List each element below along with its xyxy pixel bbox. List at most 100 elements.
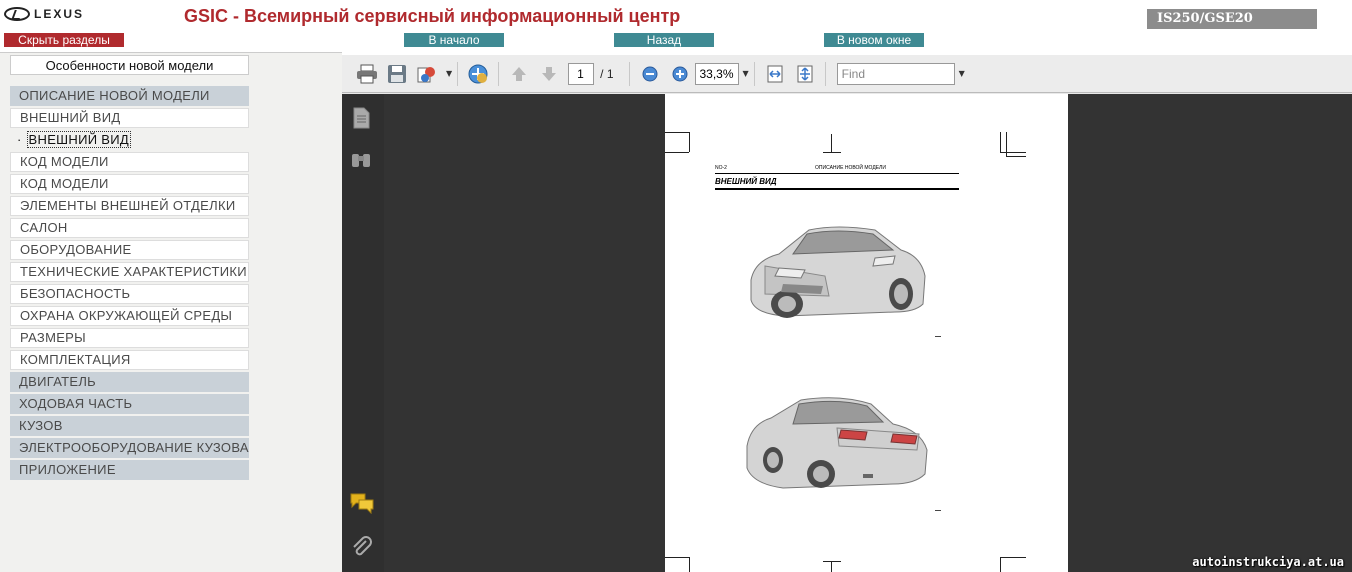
toc-item[interactable]: САЛОН [10,218,249,238]
toolbar-separator [628,61,630,86]
car-front-image [750,226,926,318]
page-total: / 1 [600,66,614,81]
chevron-down-icon[interactable]: ▼ [959,69,965,78]
toc-item-label: КУЗОВ [19,418,63,433]
toc-item[interactable]: ВНЕШНИЙ ВИД [10,108,249,128]
crop-mark [831,561,832,572]
toc-item-label: КОД МОДЕЛИ [20,176,109,191]
home-button[interactable]: В начало [404,33,504,47]
crop-mark [689,557,690,572]
toc-item-label: БЕЗОПАСНОСТЬ [20,286,131,301]
print-icon[interactable] [355,62,379,86]
toc-list: ОПИСАНИЕ НОВОЙ МОДЕЛИ ВНЕШНИЙ ВИД · ВНЕШНИ… [10,86,249,482]
toc-item[interactable]: РАЗМЕРЫ [10,328,249,348]
logo-text: LEXUS [34,7,85,21]
pdf-toolbar: ▼ 1 / 1 33,3% ▼ Find ▼ [342,55,1352,93]
toolbar-separator [824,61,826,86]
toc-category[interactable]: ЭЛЕКТРООБОРУДОВАНИЕ КУЗОВА [10,438,249,458]
toc-item-label: РАЗМЕРЫ [20,330,86,345]
attachments-panel-icon[interactable] [350,535,374,559]
toc-category[interactable]: ОПИСАНИЕ НОВОЙ МОДЕЛИ [10,86,249,106]
find-input[interactable]: Find [836,62,955,85]
toc-item[interactable]: ЭЛЕМЕНТЫ ВНЕШНЕЙ ОТДЕЛКИ [10,196,249,216]
toc-item-active[interactable]: · ВНЕШНИЙ ВИД [10,130,249,150]
toc-item-label: ДВИГАТЕЛЬ [19,374,97,389]
hide-sections-button[interactable]: Скрыть разделы [4,33,124,47]
document-area[interactable]: NO-2 ОПИСАНИЕ НОВОЙ МОДЕЛИ ВНЕШНИЙ ВИД ▬… [384,94,1352,572]
fit-page-icon[interactable] [793,62,817,86]
page-number-input[interactable]: 1 [568,62,595,85]
arrow-down-icon[interactable] [537,62,561,86]
toc-item-label: САЛОН [20,220,68,235]
toc-item-label: ОБОРУДОВАНИЕ [20,242,132,257]
toc-item[interactable]: КОД МОДЕЛИ [10,174,249,194]
toolbar-separator [498,61,500,86]
chevron-down-icon[interactable]: ▼ [743,69,749,78]
arrow-up-icon[interactable] [507,62,531,86]
crop-mark [665,152,689,153]
page-section: ОПИСАНИЕ НОВОЙ МОДЕЛИ [815,165,886,171]
toolbar-separator [753,61,755,86]
zoom-in-icon[interactable] [668,62,692,86]
pdf-viewer: ▼ 1 / 1 33,3% ▼ Find ▼ NO-2 ОПИСАНИЕ НОВ… [342,55,1352,572]
toc-item-label: ЭЛЕМЕНТЫ ВНЕШНЕЙ ОТДЕЛКИ [20,198,236,213]
crop-mark [823,561,841,562]
page-heading: ВНЕШНИЙ ВИД [715,177,777,186]
car-rear-image [746,397,928,489]
toc-item-label: ПРИЛОЖЕНИЕ [19,462,116,477]
chevron-down-icon[interactable]: ▼ [446,69,452,78]
toc-category[interactable]: ПРИЛОЖЕНИЕ [10,460,249,480]
zoom-out-icon[interactable] [638,62,662,86]
figure-code: ▬▬ [935,508,941,512]
navigation-pane [342,94,384,572]
toc-item-label: ХОДОВАЯ ЧАСТЬ [19,396,133,411]
toc-item[interactable]: ОБОРУДОВАНИЕ [10,240,249,260]
heading-rule [715,188,959,190]
model-label: IS250/GSE20 [1147,9,1317,29]
crop-mark [689,132,690,152]
crop-mark [1000,132,1001,152]
toc-item-label: ВНЕШНИЙ ВИД [20,110,121,125]
toc-item-label: ОПИСАНИЕ НОВОЙ МОДЕЛИ [19,88,210,103]
toc-item[interactable]: КОМПЛЕКТАЦИЯ [10,350,249,370]
crop-mark [831,134,832,152]
crop-mark [665,557,689,558]
toc-item[interactable]: БЕЗОПАСНОСТЬ [10,284,249,304]
share-icon[interactable] [415,62,439,86]
toc-item[interactable]: КОД МОДЕЛИ [10,152,249,172]
toc-category[interactable]: ХОДОВАЯ ЧАСТЬ [10,394,249,414]
crop-mark [665,132,689,133]
toc-item-label: ОХРАНА ОКРУЖАЮЩЕЙ СРЕДЫ [20,308,233,323]
header-rule [715,173,959,174]
section-title[interactable]: Особенности новой модели [10,55,249,75]
page-code: NO-2 [715,165,727,171]
app-title: GSIC - Всемирный сервисный информационны… [184,6,681,26]
toc-item-label: КОД МОДЕЛИ [20,154,109,169]
figure-code: ▬▬ [935,334,941,338]
crop-mark [1006,132,1007,156]
toc-category[interactable]: КУЗОВ [10,416,249,436]
crop-mark [1000,557,1001,572]
fit-width-icon[interactable] [763,62,787,86]
toc-item-label: ВНЕШНИЙ ВИД [26,131,131,148]
site-watermark: autoinstrukciya.at.ua [1192,555,1344,569]
pages-panel-icon[interactable] [350,106,374,130]
zoom-level-field[interactable]: 33,3% [694,62,739,85]
sidebar: Особенности новой модели ОПИСАНИЕ НОВОЙ … [0,52,342,572]
sync-icon[interactable] [466,62,490,86]
toc-item-label: ТЕХНИЧЕСКИЕ ХАРАКТЕРИСТИКИ [20,264,247,279]
toolbar-separator [457,61,459,86]
crop-mark [1006,156,1026,157]
toc-category[interactable]: ДВИГАТЕЛЬ [10,372,249,392]
comments-panel-icon[interactable] [350,492,374,516]
crop-mark [823,152,841,153]
bookmarks-panel-icon[interactable] [350,150,374,174]
toc-item[interactable]: ТЕХНИЧЕСКИЕ ХАРАКТЕРИСТИКИ [10,262,249,282]
new-window-button[interactable]: В новом окне [824,33,924,47]
lexus-emblem-icon [4,7,30,21]
app-root: LEXUS GSIC - Всемирный сервисный информа… [0,0,1352,572]
save-icon[interactable] [385,62,409,86]
toc-item[interactable]: ОХРАНА ОКРУЖАЮЩЕЙ СРЕДЫ [10,306,249,326]
crop-mark [1000,557,1026,558]
back-button[interactable]: Назад [614,33,714,47]
